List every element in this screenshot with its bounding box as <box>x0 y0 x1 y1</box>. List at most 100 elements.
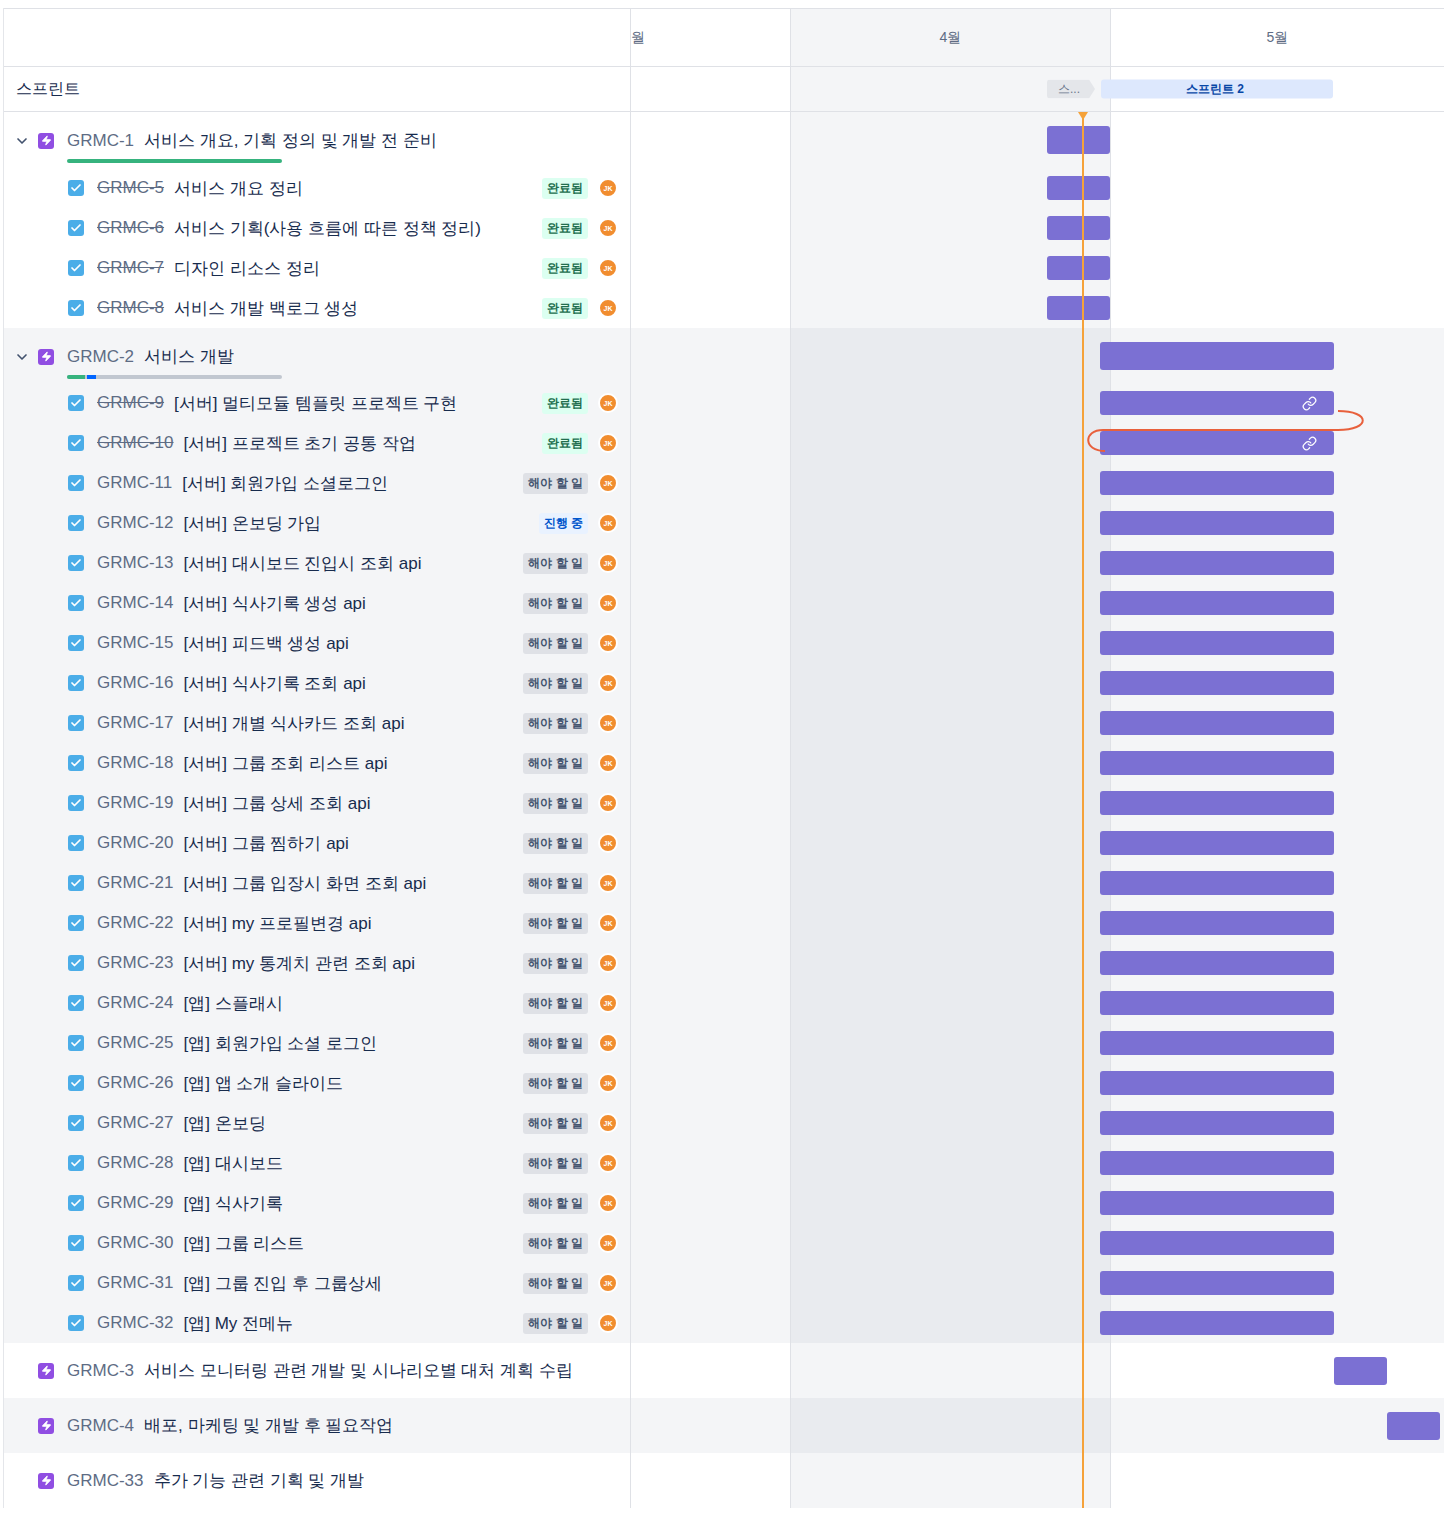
sprint-chip[interactable]: 스... <box>1047 80 1095 99</box>
epic-row[interactable]: GRMC-2서비스 개발 <box>4 328 1444 383</box>
issue-row[interactable]: GRMC-23[서버] my 통계치 관련 조회 api해야 할 일JK <box>4 943 1444 983</box>
assignee-avatar[interactable]: JK <box>598 1033 618 1053</box>
issue-key[interactable]: GRMC-23 <box>97 953 174 973</box>
assignee-avatar[interactable]: JK <box>598 258 618 278</box>
status-badge[interactable]: 완료됨 <box>542 218 588 239</box>
status-badge[interactable]: 해야 할 일 <box>523 1153 588 1174</box>
status-badge[interactable]: 진행 중 <box>539 513 588 534</box>
issue-title[interactable]: [서버] 그룹 상세 조회 api <box>184 792 371 815</box>
issue-title[interactable]: [앱] 그룹 진입 후 그룹상세 <box>184 1272 382 1295</box>
schedule-bar[interactable] <box>1100 342 1334 370</box>
issue-row[interactable]: GRMC-15[서버] 피드백 생성 api해야 할 일JK <box>4 623 1444 663</box>
issue-row[interactable]: GRMC-32[앱] My 전메뉴해야 할 일JK <box>4 1303 1444 1343</box>
schedule-bar[interactable] <box>1100 671 1334 695</box>
issue-row[interactable]: GRMC-27[앱] 온보딩해야 할 일JK <box>4 1103 1444 1143</box>
status-badge[interactable]: 해야 할 일 <box>523 993 588 1014</box>
schedule-bar[interactable] <box>1100 831 1334 855</box>
issue-row[interactable]: GRMC-11[서버] 회원가입 소셜로그인해야 할 일JK <box>4 463 1444 503</box>
schedule-bar[interactable] <box>1100 1071 1334 1095</box>
status-badge[interactable]: 해야 할 일 <box>523 953 588 974</box>
issue-key[interactable]: GRMC-27 <box>97 1113 174 1133</box>
schedule-bar[interactable] <box>1334 1357 1387 1385</box>
issue-title[interactable]: [서버] 그룹 조회 리스트 api <box>184 752 388 775</box>
status-badge[interactable]: 완료됨 <box>542 258 588 279</box>
issue-key[interactable]: GRMC-32 <box>97 1313 174 1333</box>
issue-title[interactable]: [앱] 온보딩 <box>184 1112 266 1135</box>
schedule-bar[interactable] <box>1100 991 1334 1015</box>
schedule-bar[interactable] <box>1100 1191 1334 1215</box>
issue-row[interactable]: GRMC-31[앱] 그룹 진입 후 그룹상세해야 할 일JK <box>4 1263 1444 1303</box>
assignee-avatar[interactable]: JK <box>598 473 618 493</box>
schedule-bar[interactable] <box>1100 751 1334 775</box>
assignee-avatar[interactable]: JK <box>598 953 618 973</box>
issue-key[interactable]: GRMC-20 <box>97 833 174 853</box>
issue-title[interactable]: 디자인 리소스 정리 <box>174 257 319 280</box>
schedule-bar[interactable] <box>1100 871 1334 895</box>
epic-title[interactable]: 서비스 모니터링 관련 개발 및 시나리오별 대처 계획 수립 <box>144 1359 573 1382</box>
schedule-bar[interactable] <box>1047 216 1110 240</box>
assignee-avatar[interactable]: JK <box>598 713 618 733</box>
schedule-bar[interactable] <box>1100 471 1334 495</box>
schedule-bar[interactable] <box>1100 391 1334 415</box>
issue-key[interactable]: GRMC-31 <box>97 1273 174 1293</box>
epic-title[interactable]: 서비스 개발 <box>144 345 234 368</box>
issue-row[interactable]: GRMC-8서비스 개발 백로그 생성완료됨JK <box>4 288 1444 328</box>
epic-key[interactable]: GRMC-1 <box>67 131 134 151</box>
epic-row[interactable]: GRMC-4 배포, 마케팅 및 개발 후 필요작업 <box>4 1398 1444 1453</box>
issue-title[interactable]: [앱] 앱 소개 슬라이드 <box>184 1072 344 1095</box>
schedule-bar[interactable] <box>1100 911 1334 935</box>
schedule-bar[interactable] <box>1100 1151 1334 1175</box>
schedule-bar[interactable] <box>1100 1271 1334 1295</box>
schedule-bar[interactable] <box>1100 711 1334 735</box>
schedule-bar[interactable] <box>1387 1412 1440 1440</box>
issue-key[interactable]: GRMC-5 <box>97 178 164 198</box>
epic-title[interactable]: 추가 기능 관련 기획 및 개발 <box>154 1469 365 1492</box>
assignee-avatar[interactable]: JK <box>598 178 618 198</box>
assignee-avatar[interactable]: JK <box>598 553 618 573</box>
issue-key[interactable]: GRMC-17 <box>97 713 174 733</box>
status-badge[interactable]: 해야 할 일 <box>523 1113 588 1134</box>
issue-key[interactable]: GRMC-7 <box>97 258 164 278</box>
status-badge[interactable]: 해야 할 일 <box>523 1073 588 1094</box>
schedule-bar[interactable] <box>1100 1111 1334 1135</box>
issue-title[interactable]: [앱] 스플래시 <box>184 992 283 1015</box>
status-badge[interactable]: 해야 할 일 <box>523 633 588 654</box>
issue-key[interactable]: GRMC-26 <box>97 1073 174 1093</box>
epic-key[interactable]: GRMC-33 <box>67 1471 144 1491</box>
issue-title[interactable]: [서버] 식사기록 생성 api <box>184 592 366 615</box>
assignee-avatar[interactable]: JK <box>598 1313 618 1333</box>
issue-row[interactable]: GRMC-16[서버] 식사기록 조회 api해야 할 일JK <box>4 663 1444 703</box>
assignee-avatar[interactable]: JK <box>598 873 618 893</box>
issue-key[interactable]: GRMC-24 <box>97 993 174 1013</box>
sprint-chip[interactable]: 스프린트 2 <box>1101 80 1333 99</box>
issue-row[interactable]: GRMC-10[서버] 프로젝트 초기 공통 작업완료됨JK <box>4 423 1444 463</box>
issue-title[interactable]: [서버] 프로젝트 초기 공통 작업 <box>184 432 416 455</box>
issue-row[interactable]: GRMC-28[앱] 대시보드해야 할 일JK <box>4 1143 1444 1183</box>
status-badge[interactable]: 해야 할 일 <box>523 473 588 494</box>
issue-title[interactable]: [서버] 식사기록 조회 api <box>184 672 366 695</box>
issue-row[interactable]: GRMC-22[서버] my 프로필변경 api해야 할 일JK <box>4 903 1444 943</box>
issue-key[interactable]: GRMC-19 <box>97 793 174 813</box>
status-badge[interactable]: 해야 할 일 <box>523 833 588 854</box>
issue-row[interactable]: GRMC-18[서버] 그룹 조회 리스트 api해야 할 일JK <box>4 743 1444 783</box>
issue-title[interactable]: 서비스 기획(사용 흐름에 따른 정책 정리) <box>174 217 481 240</box>
schedule-bar[interactable] <box>1100 511 1334 535</box>
assignee-avatar[interactable]: JK <box>598 1153 618 1173</box>
issue-row[interactable]: GRMC-25[앱] 회원가입 소셜 로그인해야 할 일JK <box>4 1023 1444 1063</box>
issue-row[interactable]: GRMC-5서비스 개요 정리완료됨JK <box>4 168 1444 208</box>
schedule-bar[interactable] <box>1047 256 1110 280</box>
assignee-avatar[interactable]: JK <box>598 913 618 933</box>
issue-title[interactable]: [서버] 그룹 찜하기 api <box>184 832 349 855</box>
issue-key[interactable]: GRMC-16 <box>97 673 174 693</box>
schedule-bar[interactable] <box>1047 126 1110 154</box>
assignee-avatar[interactable]: JK <box>598 793 618 813</box>
assignee-avatar[interactable]: JK <box>598 433 618 453</box>
epic-key[interactable]: GRMC-4 <box>67 1416 134 1436</box>
assignee-avatar[interactable]: JK <box>598 1273 618 1293</box>
schedule-bar[interactable] <box>1100 951 1334 975</box>
epic-title[interactable]: 배포, 마케팅 및 개발 후 필요작업 <box>144 1414 393 1437</box>
issue-row[interactable]: GRMC-21[서버] 그룹 입장시 화면 조회 api해야 할 일JK <box>4 863 1444 903</box>
issue-title[interactable]: [서버] 멀티모듈 템플릿 프로젝트 구현 <box>174 392 457 415</box>
assignee-avatar[interactable]: JK <box>598 833 618 853</box>
status-badge[interactable]: 해야 할 일 <box>523 873 588 894</box>
